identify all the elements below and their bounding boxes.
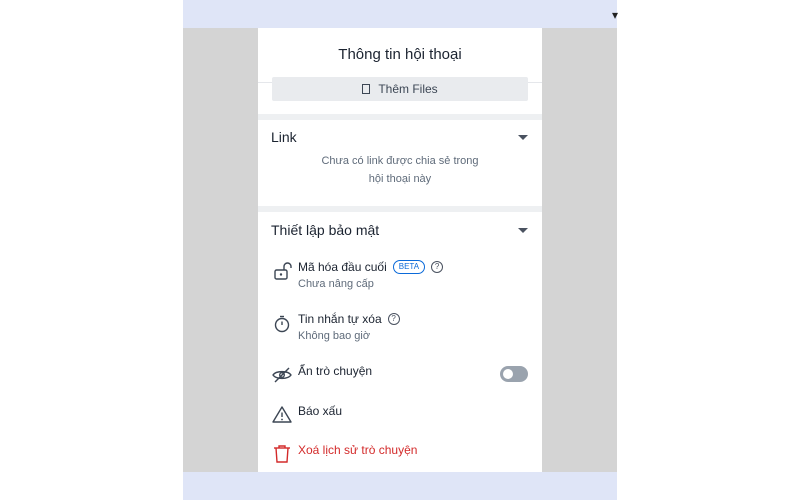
- warning-icon: [272, 406, 292, 423]
- self-destruct-label: Tin nhắn tự xóa: [298, 312, 382, 326]
- file-icon: [362, 84, 371, 94]
- add-files-label: Thêm Files: [378, 82, 438, 96]
- unlock-icon: [274, 262, 292, 280]
- section-divider: [258, 114, 542, 120]
- link-section-title: Link: [271, 129, 297, 145]
- panel-title: Thông tin hội thoại: [258, 28, 542, 83]
- trash-icon: [274, 445, 290, 463]
- e2e-encryption-status: Chưa nâng cấp: [298, 278, 374, 290]
- link-empty-line1: Chưa có link được chia sẻ trong: [321, 155, 479, 167]
- self-destruct-status: Không bao giờ: [298, 330, 371, 342]
- delete-history-label: Xoá lịch sử trò chuyện: [298, 443, 418, 457]
- e2e-encryption-item[interactable]: Mã hóa đầu cuối BETA ? Chưa nâng cấp: [271, 260, 529, 290]
- caret-down-icon[interactable]: ▾: [612, 8, 618, 22]
- add-files-button[interactable]: Thêm Files: [272, 77, 528, 101]
- help-icon[interactable]: ?: [431, 261, 444, 273]
- security-section-title: Thiết lập bảo mật: [271, 222, 380, 238]
- page-background-right: [617, 0, 800, 500]
- toggle-knob: [503, 369, 513, 379]
- conversation-info-panel: Thông tin hội thoại Thêm Files Link Chưa…: [258, 28, 542, 472]
- self-destruct-item[interactable]: Tin nhắn tự xóa ? Không bao giờ: [271, 312, 529, 342]
- security-collapse-chevron-icon[interactable]: [518, 228, 528, 233]
- link-empty-line2: hội thoại này: [368, 173, 432, 185]
- side-panel-left: [183, 28, 258, 472]
- e2e-encryption-label: Mã hóa đầu cuối: [298, 260, 387, 274]
- delete-history-item[interactable]: Xoá lịch sử trò chuyện: [271, 443, 529, 465]
- page-background-left: [0, 0, 183, 500]
- side-panel-right: [542, 28, 617, 472]
- hide-conversation-toggle[interactable]: [500, 366, 528, 382]
- help-icon[interactable]: ?: [387, 313, 400, 325]
- section-divider: [258, 206, 542, 212]
- report-item[interactable]: Báo xấu: [271, 404, 529, 426]
- beta-badge: BETA: [392, 260, 426, 274]
- stopwatch-icon: [274, 315, 290, 333]
- hide-conversation-label: Ẩn trò chuyện: [298, 364, 373, 378]
- report-label: Báo xấu: [298, 404, 343, 418]
- hide-conversation-item[interactable]: Ẩn trò chuyện: [271, 364, 529, 386]
- eye-off-icon: [272, 367, 292, 383]
- link-empty-state: Chưa có link được chia sẻ trong hội thoạ…: [298, 152, 502, 188]
- link-collapse-chevron-icon[interactable]: [518, 135, 528, 140]
